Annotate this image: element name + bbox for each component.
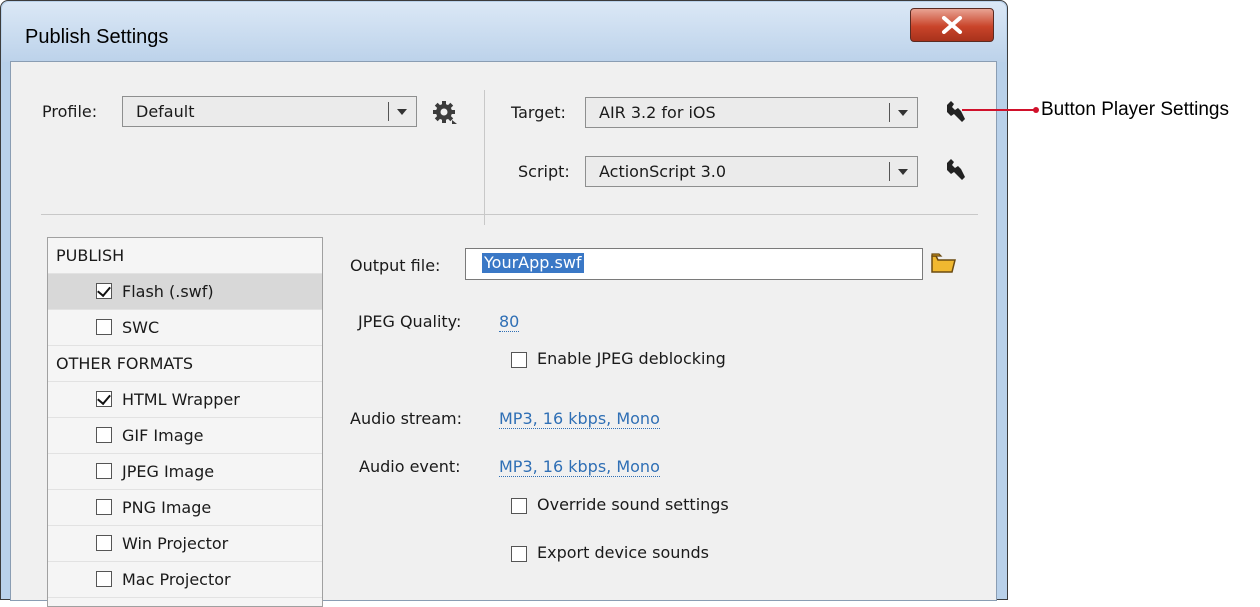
wrench-icon[interactable] <box>944 100 968 124</box>
list-section-publish: PUBLISH <box>48 238 322 274</box>
list-item-label: JPEG Image <box>122 462 215 481</box>
list-item-label: PNG Image <box>122 498 212 517</box>
target-value: AIR 3.2 for iOS <box>599 103 716 122</box>
gear-icon[interactable] <box>432 100 458 126</box>
profile-dropdown[interactable]: Default <box>122 96 417 127</box>
list-item-label: Win Projector <box>122 534 229 553</box>
export-device-sounds-checkbox[interactable] <box>511 546 527 562</box>
dropdown-separator <box>889 103 890 122</box>
close-icon <box>942 16 962 34</box>
close-button[interactable] <box>910 8 994 42</box>
callout-dot <box>1033 107 1039 113</box>
checkbox[interactable] <box>96 535 112 551</box>
list-item-jpeg-image[interactable]: JPEG Image <box>48 454 322 490</box>
output-file-input[interactable]: YourApp.swf <box>465 248 923 280</box>
profile-value: Default <box>136 102 195 121</box>
list-item-win-projector[interactable]: Win Projector <box>48 526 322 562</box>
checkbox[interactable] <box>96 463 112 479</box>
list-item-label: GIF Image <box>122 426 204 445</box>
enable-jpeg-deblocking-checkbox[interactable] <box>511 352 527 368</box>
audio-event-label: Audio event: <box>359 457 461 476</box>
callout-line <box>962 109 1036 111</box>
checkbox[interactable] <box>96 571 112 587</box>
output-file-value: YourApp.swf <box>482 253 584 273</box>
checkbox[interactable] <box>96 391 112 407</box>
list-item-gif-image[interactable]: GIF Image <box>48 418 322 454</box>
enable-jpeg-deblocking-label: Enable JPEG deblocking <box>537 349 726 368</box>
dropdown-separator <box>889 162 890 181</box>
audio-stream-label: Audio stream: <box>350 409 463 428</box>
list-item-swc[interactable]: SWC <box>48 310 322 346</box>
wrench-icon[interactable] <box>944 158 968 182</box>
formats-list: PUBLISH Flash (.swf) SWC OTHER FORMATS H… <box>47 237 323 607</box>
callout-label: Button Player Settings <box>1041 99 1229 120</box>
jpeg-quality-value[interactable]: 80 <box>499 313 520 332</box>
list-item-png-image[interactable]: PNG Image <box>48 490 322 526</box>
chevron-down-icon <box>898 110 908 116</box>
section-header: PUBLISH <box>56 246 125 265</box>
title-bar[interactable]: Publish Settings <box>2 2 1006 62</box>
list-item-label: HTML Wrapper <box>122 390 240 409</box>
checkbox[interactable] <box>96 283 112 299</box>
horizontal-divider <box>41 214 978 215</box>
window-title: Publish Settings <box>25 26 169 48</box>
jpeg-quality-label: JPEG Quality: <box>358 312 462 331</box>
list-item-html-wrapper[interactable]: HTML Wrapper <box>48 382 322 418</box>
output-file-label: Output file: <box>350 256 441 275</box>
folder-icon[interactable] <box>930 250 956 276</box>
script-value: ActionScript 3.0 <box>599 162 727 181</box>
chevron-down-icon <box>898 169 908 175</box>
target-dropdown[interactable]: AIR 3.2 for iOS <box>585 97 918 128</box>
checkbox[interactable] <box>96 499 112 515</box>
checkbox[interactable] <box>96 427 112 443</box>
checkbox[interactable] <box>96 319 112 335</box>
list-item-label: Mac Projector <box>122 570 231 589</box>
dialog-window: Publish Settings Profile: Default Target… <box>0 0 1008 607</box>
section-header: OTHER FORMATS <box>56 354 194 373</box>
script-label: Script: <box>518 162 570 181</box>
chevron-down-icon <box>397 109 407 115</box>
list-item-flash[interactable]: Flash (.swf) <box>48 274 322 310</box>
dropdown-separator <box>388 102 389 121</box>
vertical-divider <box>484 90 485 225</box>
list-section-other-formats: OTHER FORMATS <box>48 346 322 382</box>
dialog-body: Profile: Default Target: AIR 3.2 for iOS… <box>10 61 997 607</box>
profile-label: Profile: <box>42 102 98 121</box>
audio-event-value[interactable]: MP3, 16 kbps, Mono <box>499 458 660 477</box>
script-dropdown[interactable]: ActionScript 3.0 <box>585 156 918 187</box>
override-sound-label: Override sound settings <box>537 495 729 514</box>
target-label: Target: <box>511 103 566 122</box>
audio-stream-value[interactable]: MP3, 16 kbps, Mono <box>499 410 660 429</box>
list-item-label: SWC <box>122 318 160 337</box>
list-item-label: Flash (.swf) <box>122 282 214 301</box>
export-device-sounds-label: Export device sounds <box>537 543 709 562</box>
override-sound-checkbox[interactable] <box>511 498 527 514</box>
